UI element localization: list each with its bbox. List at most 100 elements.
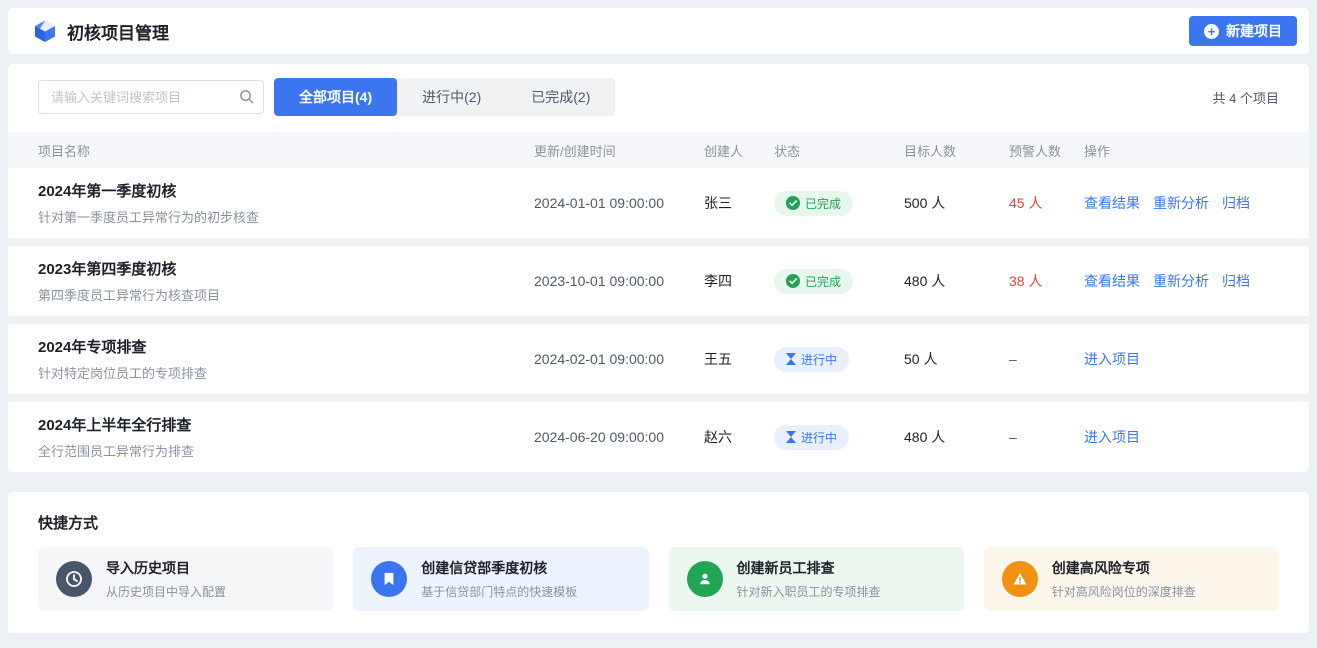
project-name: 2024年上半年全行排查 (38, 414, 191, 435)
hourglass-icon (786, 353, 796, 365)
page-header: 初核项目管理 + 新建项目 (8, 8, 1309, 54)
plus-icon: + (1204, 24, 1219, 39)
check-circle-icon (786, 196, 800, 210)
project-time: 2024-01-01 09:00:00 (534, 195, 704, 211)
new-project-button[interactable]: + 新建项目 (1189, 16, 1297, 46)
tab-in-progress[interactable]: 进行中(2) (397, 78, 506, 116)
status-label: 进行中 (801, 351, 837, 368)
hourglass-icon (786, 431, 796, 443)
row-divider (8, 238, 1309, 246)
reanalyze-link[interactable]: 重新分析 (1153, 193, 1209, 213)
filter-tabs: 全部项目(4) 进行中(2) 已完成(2) (274, 78, 615, 116)
project-creator: 李四 (704, 271, 774, 291)
status-badge: 已完成 (774, 269, 853, 294)
status-label: 已完成 (805, 273, 841, 290)
status-label: 已完成 (805, 195, 841, 212)
project-creator: 赵六 (704, 427, 774, 447)
warning-count: 38 人 (1009, 271, 1084, 291)
shortcut-description: 基于信贷部门特点的快速模板 (421, 583, 577, 600)
shortcut-description: 针对新入职员工的专项排查 (737, 583, 881, 600)
column-header-warning: 预警人数 (1009, 141, 1084, 160)
table-row: 2024年上半年全行排查 全行范围员工异常行为排查 2024-06-20 09:… (8, 402, 1309, 472)
bookmark-icon (371, 561, 407, 597)
project-creator: 张三 (704, 193, 774, 213)
column-header-target: 目标人数 (904, 141, 1009, 160)
shortcut-create-high-risk-special[interactable]: 创建高风险专项 针对高风险岗位的深度排查 (984, 547, 1279, 611)
status-badge: 进行中 (774, 425, 849, 450)
archive-link[interactable]: 归档 (1222, 271, 1250, 291)
table-header: 项目名称 更新/创建时间 创建人 状态 目标人数 预警人数 操作 (8, 132, 1309, 168)
page-title: 初核项目管理 (67, 19, 169, 44)
project-description: 针对第一季度员工异常行为的初步核查 (38, 207, 259, 226)
project-name: 2023年第四季度初核 (38, 258, 176, 279)
row-actions: 进入项目 (1084, 349, 1279, 369)
warning-count: – (1009, 429, 1084, 445)
row-divider (8, 316, 1309, 324)
column-header-time: 更新/创建时间 (534, 141, 704, 160)
shortcut-title: 创建高风险专项 (1052, 558, 1196, 578)
project-description: 针对特定岗位员工的专项排查 (38, 363, 207, 382)
enter-project-link[interactable]: 进入项目 (1084, 349, 1140, 369)
project-status-cell: 进行中 (774, 425, 904, 450)
project-time: 2023-10-01 09:00:00 (534, 273, 704, 289)
project-name: 2024年第一季度初核 (38, 180, 176, 201)
shortcut-import-history[interactable]: 导入历史项目 从历史项目中导入配置 (38, 547, 333, 611)
project-description: 第四季度员工异常行为核查项目 (38, 285, 220, 304)
target-count: 480 人 (904, 427, 1009, 447)
toolbar: 全部项目(4) 进行中(2) 已完成(2) 共 4 个项目 (8, 78, 1309, 116)
row-divider (8, 394, 1309, 402)
project-name-cell: 2024年上半年全行排查 全行范围员工异常行为排查 (38, 414, 534, 460)
clock-icon (56, 561, 92, 597)
search-box (38, 80, 264, 114)
column-header-status: 状态 (774, 141, 904, 160)
view-results-link[interactable]: 查看结果 (1084, 271, 1140, 291)
shortcut-description: 针对高风险岗位的深度排查 (1052, 583, 1196, 600)
shortcut-text: 创建高风险专项 针对高风险岗位的深度排查 (1052, 558, 1196, 600)
column-header-name: 项目名称 (38, 141, 534, 160)
row-actions: 查看结果 重新分析 归档 (1084, 193, 1279, 213)
warning-count: – (1009, 351, 1084, 367)
shortcuts-row: 导入历史项目 从历史项目中导入配置 创建信贷部季度初核 基于信贷部门特点的快速模… (38, 547, 1279, 611)
projects-panel: 全部项目(4) 进行中(2) 已完成(2) 共 4 个项目 项目名称 更新/创建… (8, 64, 1309, 472)
shortcut-description: 从历史项目中导入配置 (106, 583, 226, 600)
status-badge: 进行中 (774, 347, 849, 372)
search-input[interactable] (38, 80, 264, 114)
table-row: 2024年专项排查 针对特定岗位员工的专项排查 2024-02-01 09:00… (8, 324, 1309, 394)
view-results-link[interactable]: 查看结果 (1084, 193, 1140, 213)
reanalyze-link[interactable]: 重新分析 (1153, 271, 1209, 291)
shortcut-text: 创建新员工排查 针对新入职员工的专项排查 (737, 558, 881, 600)
user-icon (687, 561, 723, 597)
shortcut-text: 创建信贷部季度初核 基于信贷部门特点的快速模板 (421, 558, 577, 600)
shortcut-title: 创建信贷部季度初核 (421, 558, 577, 578)
project-name-cell: 2024年第一季度初核 针对第一季度员工异常行为的初步核查 (38, 180, 534, 226)
shortcut-title: 导入历史项目 (106, 558, 226, 578)
archive-link[interactable]: 归档 (1222, 193, 1250, 213)
table-row: 2023年第四季度初核 第四季度员工异常行为核查项目 2023-10-01 09… (8, 246, 1309, 316)
target-count: 480 人 (904, 271, 1009, 291)
warning-icon (1002, 561, 1038, 597)
project-description: 全行范围员工异常行为排查 (38, 441, 194, 460)
column-header-actions: 操作 (1084, 141, 1279, 160)
table-row: 2024年第一季度初核 针对第一季度员工异常行为的初步核查 2024-01-01… (8, 168, 1309, 238)
enter-project-link[interactable]: 进入项目 (1084, 427, 1140, 447)
shortcuts-panel: 快捷方式 导入历史项目 从历史项目中导入配置 创建信贷部季度初核 (8, 492, 1309, 633)
status-label: 进行中 (801, 429, 837, 446)
project-status-cell: 进行中 (774, 347, 904, 372)
status-badge: 已完成 (774, 191, 853, 216)
shortcut-title: 创建新员工排查 (737, 558, 881, 578)
shortcut-create-credit-review[interactable]: 创建信贷部季度初核 基于信贷部门特点的快速模板 (353, 547, 648, 611)
project-name-cell: 2024年专项排查 针对特定岗位员工的专项排查 (38, 336, 534, 382)
shortcuts-title: 快捷方式 (38, 512, 1279, 533)
project-name-cell: 2023年第四季度初核 第四季度员工异常行为核查项目 (38, 258, 534, 304)
warning-count: 45 人 (1009, 193, 1084, 213)
project-status-cell: 已完成 (774, 269, 904, 294)
shortcut-text: 导入历史项目 从历史项目中导入配置 (106, 558, 226, 600)
search-icon[interactable] (239, 89, 254, 104)
shortcut-create-new-employee-check[interactable]: 创建新员工排查 针对新入职员工的专项排查 (669, 547, 964, 611)
project-name: 2024年专项排查 (38, 336, 146, 357)
row-actions: 查看结果 重新分析 归档 (1084, 271, 1279, 291)
tab-completed[interactable]: 已完成(2) (506, 78, 615, 116)
column-header-creator: 创建人 (704, 141, 774, 160)
tab-all-projects[interactable]: 全部项目(4) (274, 78, 397, 116)
project-status-cell: 已完成 (774, 191, 904, 216)
